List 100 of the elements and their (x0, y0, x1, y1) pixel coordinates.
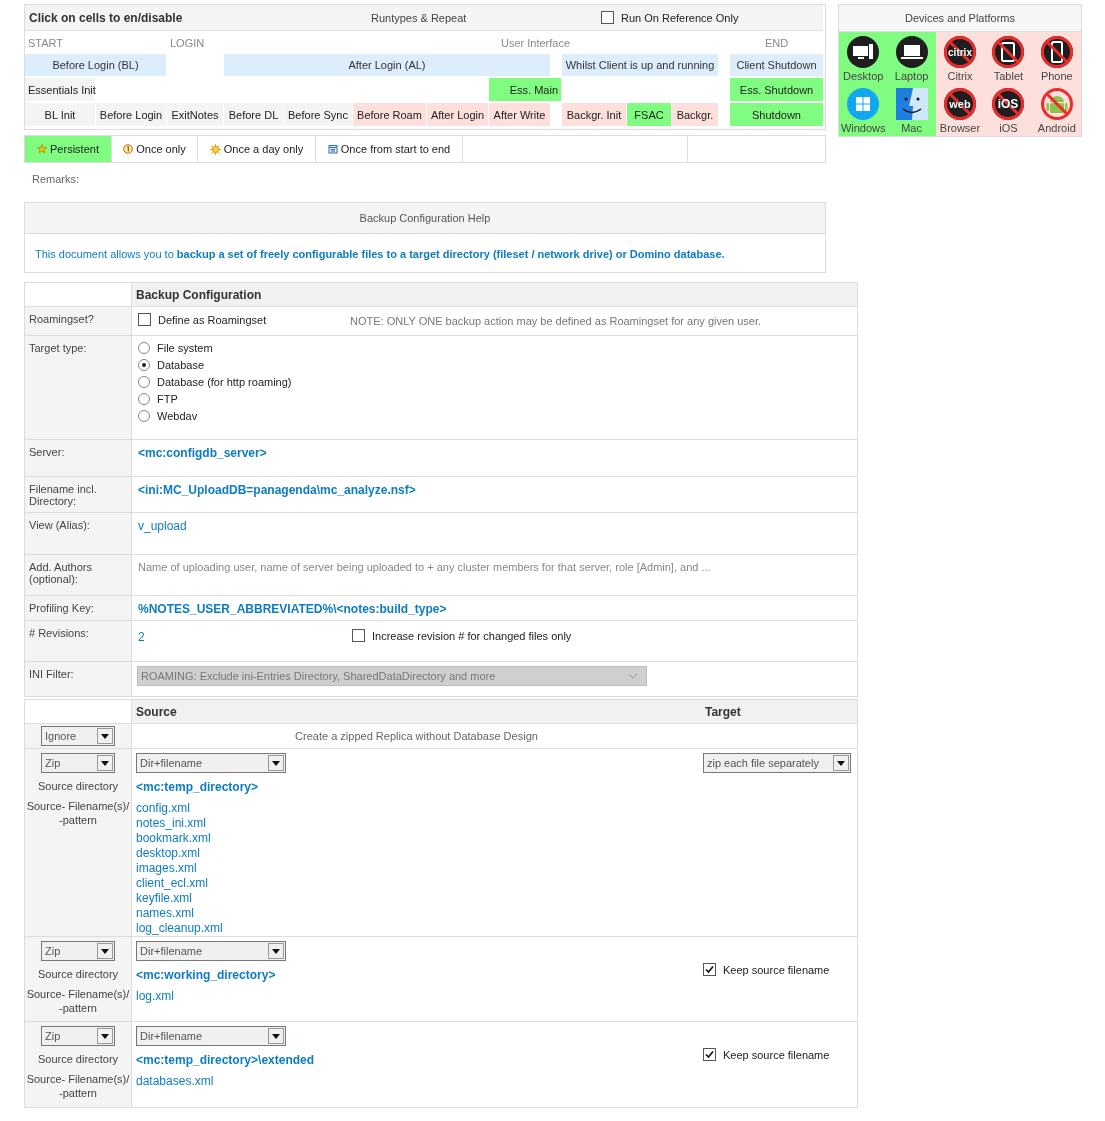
directory-value: <mc:working_directory> (136, 968, 276, 982)
file-name: keyfile.xml (136, 891, 193, 906)
robot-icon (1039, 86, 1074, 121)
runtype-toggle[interactable]: FSAC (627, 103, 671, 126)
field-label: Roamingset? (25, 306, 131, 335)
field-label: Target type: (25, 335, 131, 439)
device-label: Windows (840, 121, 886, 134)
runtype-label: Before DL (224, 103, 283, 126)
note-text: Create a zipped Replica without Database Design (295, 730, 538, 742)
runtype-toggle[interactable]: Shutdown (730, 103, 823, 126)
field-label: Add. Authors (optional): (25, 554, 131, 595)
runtype-toggle[interactable]: Backgr. (672, 103, 718, 126)
phase-group-header: Whilst Client is up and running (562, 54, 718, 76)
device-tile[interactable]: Phone (1032, 32, 1081, 84)
radio-label: FTP (157, 393, 178, 405)
mode-dropdown[interactable]: Ignore (41, 726, 115, 746)
checkbox[interactable] (352, 629, 365, 642)
file-name: log_cleanup.xml (136, 921, 223, 936)
mode-dropdown[interactable]: Zip (41, 1026, 115, 1046)
note-text: NOTE: ONLY ONE backup action may be defined as Roamingset for any given user. (350, 314, 762, 327)
section-title: Backup Configuration (131, 283, 857, 306)
repeat-label: Persistent (50, 143, 99, 155)
device-tile[interactable]: Android (1032, 84, 1081, 136)
radio-button[interactable] (138, 342, 150, 354)
file-name: desktop.xml (136, 846, 202, 861)
phase-group-header: Before Login (BL) (25, 54, 166, 76)
mode-dropdown[interactable]: Zip (41, 753, 115, 773)
field-label: Source- Filename(s)/ -pattern (26, 987, 130, 1015)
field-label: Filename incl. Directory: (25, 476, 131, 512)
checkbox[interactable] (703, 1048, 716, 1061)
caret-icon (833, 755, 849, 771)
file-name: config.xml (136, 801, 192, 816)
phase-label: User Interface (499, 35, 572, 51)
field-label: Source- Filename(s)/ -pattern (26, 1072, 130, 1100)
runtype-toggle[interactable]: Before Roam (353, 103, 426, 126)
repeat-option[interactable]: Persistent (25, 136, 112, 162)
mode-dropdown[interactable]: Zip (41, 941, 115, 961)
runtype-toggle[interactable]: After Write (489, 103, 550, 126)
radio-button[interactable] (138, 376, 150, 388)
sun-icon (209, 143, 221, 155)
checkbox[interactable] (138, 313, 151, 326)
device-tile[interactable]: Tablet (984, 32, 1033, 84)
caret-icon (97, 1028, 113, 1044)
checkbox-label: Increase revision # for changed files only (372, 629, 572, 642)
caret-icon (97, 755, 113, 771)
device-tile[interactable]: Windows (839, 84, 888, 136)
field-label: Source directory (37, 1052, 119, 1066)
repeat-label: Once a day only (223, 143, 304, 155)
source-type-dropdown[interactable]: Dir+filename (136, 753, 286, 773)
field-value: v_upload (138, 519, 187, 533)
phase-label: START (27, 35, 65, 51)
field-hint: Name of uploading user, name of server being uploaded to + any cluster members for that server, role [Admin], and ... (138, 561, 711, 573)
device-label: iOS (999, 121, 1018, 134)
checkbox[interactable] (703, 963, 716, 976)
repeat-label: Once only (136, 143, 186, 155)
tablet-icon (991, 34, 1026, 69)
phase-label: END (763, 35, 790, 51)
device-tile[interactable]: Laptop (887, 32, 936, 84)
field-label: # Revisions: (25, 620, 131, 661)
caret-icon (268, 943, 284, 959)
chevron-icon (628, 673, 638, 679)
checkbox[interactable] (601, 11, 614, 24)
laptop-icon (894, 34, 929, 69)
device-label: Laptop (894, 69, 929, 82)
caret-icon (268, 755, 284, 771)
file-name: databases.xml (136, 1074, 214, 1089)
radio-button[interactable] (138, 410, 150, 422)
file-name: images.xml (136, 861, 198, 876)
radio-button[interactable] (138, 393, 150, 405)
checkbox-label: Keep source filename (723, 1048, 830, 1061)
zip-mode-dropdown[interactable]: zip each file separately (703, 753, 851, 773)
column-header: Target (701, 700, 857, 723)
source-type-dropdown[interactable]: Dir+filename (136, 1026, 286, 1046)
device-label: Android (1037, 121, 1076, 134)
caret-icon (97, 728, 113, 744)
runtype-toggle[interactable]: Ess. Main (489, 78, 561, 101)
field-value: 2 (138, 630, 145, 644)
field-value: <ini:MC_UploadDB=panagenda\mc_analyze.nsf> (138, 483, 416, 497)
device-tile[interactable]: Desktop (839, 32, 888, 84)
file-name: notes_ini.xml (136, 816, 208, 831)
number-one-icon (123, 144, 134, 154)
caret-icon (268, 1028, 284, 1044)
phase-label: LOGIN (169, 35, 206, 51)
star-icon (37, 144, 48, 154)
device-label: Browser (939, 121, 981, 134)
device-tile[interactable]: Mac (887, 84, 936, 136)
checkbox-label: Keep source filename (723, 963, 830, 976)
panel-title: Click on cells to en/disable (29, 10, 184, 25)
runtype-toggle[interactable]: Ess. Shutdown (730, 78, 823, 101)
runtype-toggle[interactable]: Backgr. Init (562, 103, 626, 126)
runtype-toggle[interactable]: After Login (427, 103, 488, 126)
phone-icon (1039, 34, 1074, 69)
file-name: bookmark.xml (136, 831, 212, 846)
phase-group-header: Client Shutdown (730, 54, 823, 76)
field-label: Source directory (37, 779, 119, 793)
device-label: Tablet (993, 69, 1024, 82)
field-label: Source directory (37, 967, 119, 981)
source-type-dropdown[interactable]: Dir+filename (136, 941, 286, 961)
directory-value: <mc:temp_directory> (136, 780, 259, 794)
radio-button[interactable] (138, 359, 150, 371)
